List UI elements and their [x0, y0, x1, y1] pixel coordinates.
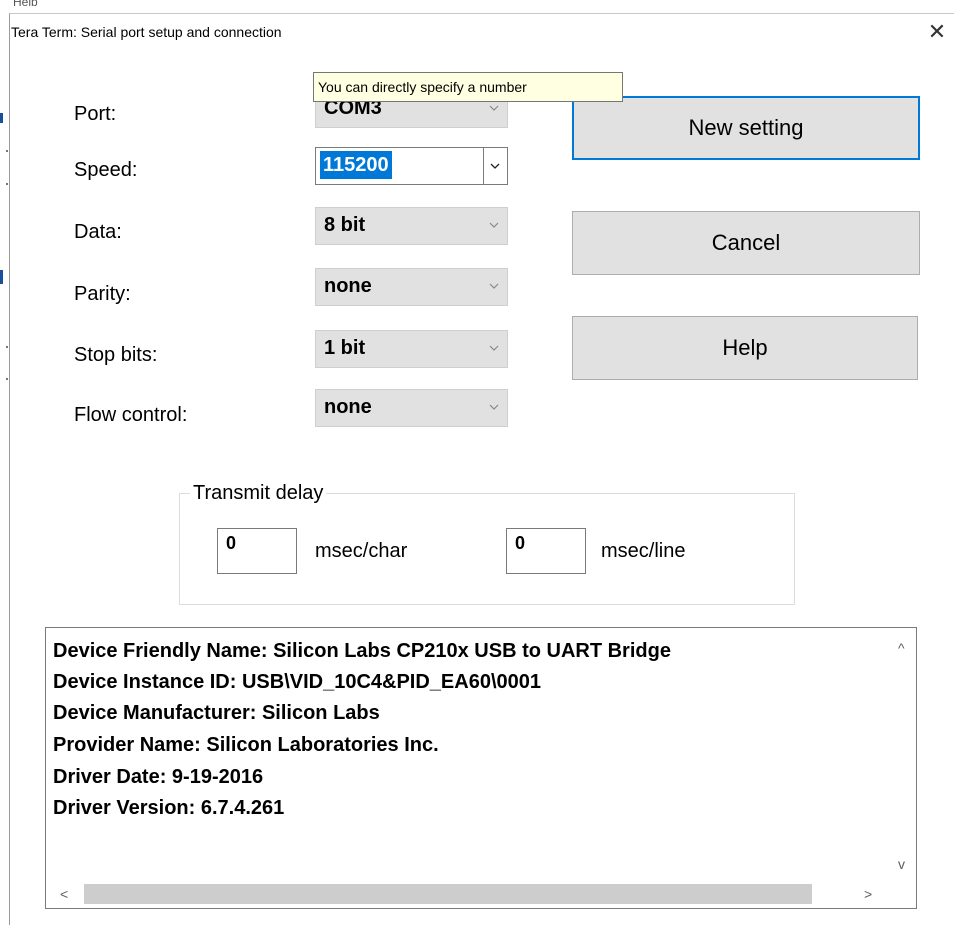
data-label: Data:	[74, 221, 122, 243]
chevron-down-icon	[489, 222, 499, 228]
background-dot	[6, 378, 8, 380]
msec-per-line-label: msec/line	[601, 540, 686, 562]
stop-bits-label: Stop bits:	[74, 344, 158, 366]
chevron-down-icon	[489, 105, 499, 111]
chevron-down-icon	[490, 163, 500, 169]
driver-version: Driver Version: 6.7.4.261	[53, 797, 285, 819]
parity-label: Parity:	[74, 283, 131, 305]
help-button[interactable]: Help	[572, 316, 918, 380]
data-select[interactable]: 8 bit	[315, 207, 508, 245]
parity-value: none	[324, 275, 372, 297]
speed-select[interactable]: 115200	[315, 147, 508, 185]
background-menu-fragment: Help	[13, 0, 38, 6]
close-icon[interactable]: ✕	[926, 20, 948, 44]
msec-per-line-input[interactable]: 0	[506, 528, 586, 574]
flow-control-label: Flow control:	[74, 404, 188, 426]
speed-label: Speed:	[74, 159, 138, 181]
speed-dropdown-button[interactable]	[483, 148, 507, 184]
device-friendly-name: Device Friendly Name: Silicon Labs CP210…	[53, 640, 671, 662]
stop-bits-value: 1 bit	[324, 337, 366, 359]
background-dot	[6, 346, 8, 348]
speed-value[interactable]: 115200	[320, 151, 392, 179]
horizontal-scrollbar[interactable]: < >	[46, 880, 916, 908]
msec-per-char-label: msec/char	[315, 540, 408, 562]
chevron-down-icon	[489, 345, 499, 351]
flow-control-value: none	[324, 396, 372, 418]
background-dot	[6, 150, 8, 152]
device-manufacturer: Device Manufacturer: Silicon Labs	[53, 702, 380, 724]
device-instance-id: Device Instance ID: USB\VID_10C4&PID_EA6…	[53, 671, 542, 693]
dialog-title: Tera Term: Serial port setup and connect…	[11, 24, 282, 40]
transmit-delay-title: Transmit delay	[190, 482, 327, 505]
scroll-left-icon[interactable]: <	[60, 886, 68, 902]
chevron-down-icon	[489, 404, 499, 410]
chevron-down-icon	[489, 283, 499, 289]
horizontal-scroll-thumb[interactable]	[84, 884, 812, 904]
background-dot	[6, 183, 8, 185]
driver-date: Driver Date: 9-19-2016	[53, 766, 264, 788]
background-mark	[0, 270, 3, 284]
cancel-button[interactable]: Cancel	[572, 211, 920, 275]
vertical-scrollbar[interactable]: ^ v	[890, 628, 916, 880]
flow-control-select[interactable]: none	[315, 389, 508, 427]
scroll-down-icon[interactable]: v	[898, 856, 905, 872]
parity-select[interactable]: none	[315, 268, 508, 306]
provider-name: Provider Name: Silicon Laboratories Inc.	[53, 734, 439, 756]
stop-bits-select[interactable]: 1 bit	[315, 330, 508, 368]
new-setting-button[interactable]: New setting	[572, 96, 920, 160]
speed-tooltip: You can directly specify a number	[313, 72, 623, 102]
data-value: 8 bit	[324, 214, 366, 236]
msec-per-char-input[interactable]: 0	[217, 528, 297, 574]
device-info-box[interactable]: Device Friendly Name: Silicon Labs CP210…	[45, 627, 917, 909]
port-label: Port:	[74, 103, 117, 125]
scroll-right-icon[interactable]: >	[864, 886, 872, 902]
background-mark	[0, 113, 3, 123]
scroll-up-icon[interactable]: ^	[898, 640, 905, 656]
